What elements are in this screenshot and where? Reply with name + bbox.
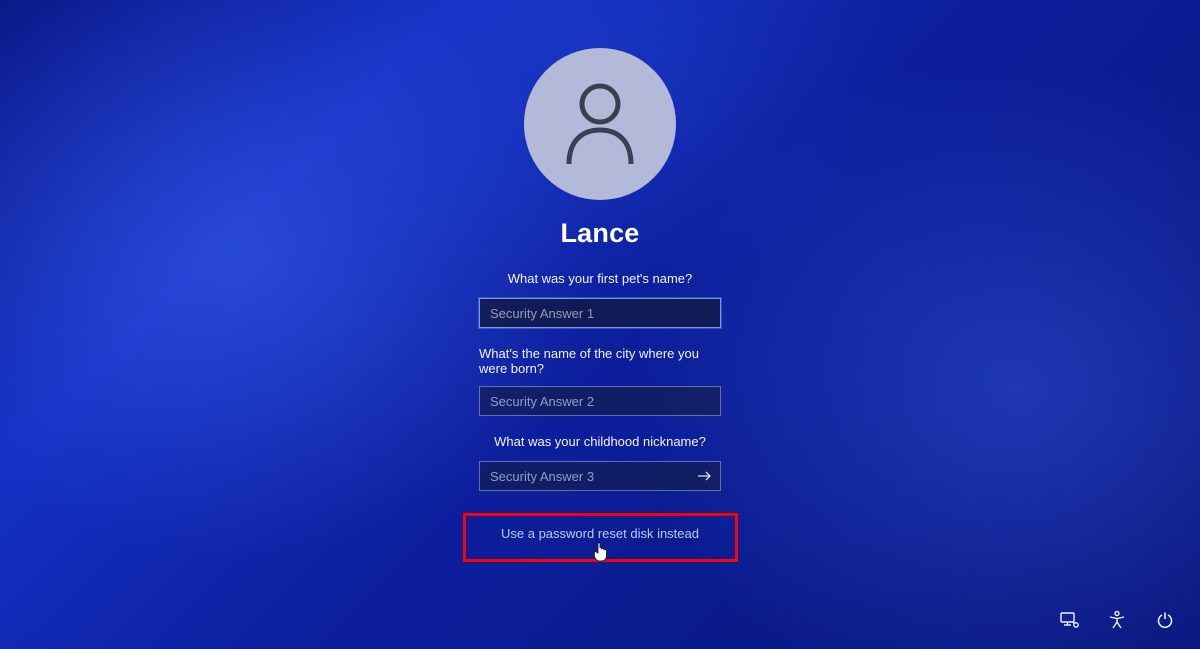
security-answer-2-input[interactable] bbox=[479, 386, 721, 416]
user-icon bbox=[561, 80, 639, 168]
security-answer-1-input[interactable] bbox=[479, 298, 721, 328]
power-button[interactable] bbox=[1154, 609, 1176, 631]
accessibility-icon bbox=[1107, 610, 1127, 630]
bottom-toolbar bbox=[1058, 609, 1176, 631]
password-reset-disk-link[interactable]: Use a password reset disk instead bbox=[501, 526, 699, 541]
security-question-2: What's the name of the city where you we… bbox=[479, 346, 721, 376]
submit-arrow-button[interactable] bbox=[695, 466, 715, 486]
power-icon bbox=[1156, 611, 1174, 629]
avatar bbox=[524, 48, 676, 200]
arrow-right-icon bbox=[697, 470, 713, 482]
network-button[interactable] bbox=[1058, 609, 1080, 631]
cursor-pointer-icon bbox=[592, 542, 608, 562]
security-answer-3-group bbox=[479, 461, 721, 491]
highlight-box: Use a password reset disk instead bbox=[463, 513, 738, 562]
security-answer-3-input[interactable] bbox=[479, 461, 721, 491]
login-form: Lance What was your first pet's name? Wh… bbox=[400, 48, 800, 562]
security-question-3: What was your childhood nickname? bbox=[494, 434, 706, 449]
username-label: Lance bbox=[560, 218, 639, 249]
security-question-1: What was your first pet's name? bbox=[508, 271, 693, 286]
network-icon bbox=[1059, 611, 1079, 629]
accessibility-button[interactable] bbox=[1106, 609, 1128, 631]
